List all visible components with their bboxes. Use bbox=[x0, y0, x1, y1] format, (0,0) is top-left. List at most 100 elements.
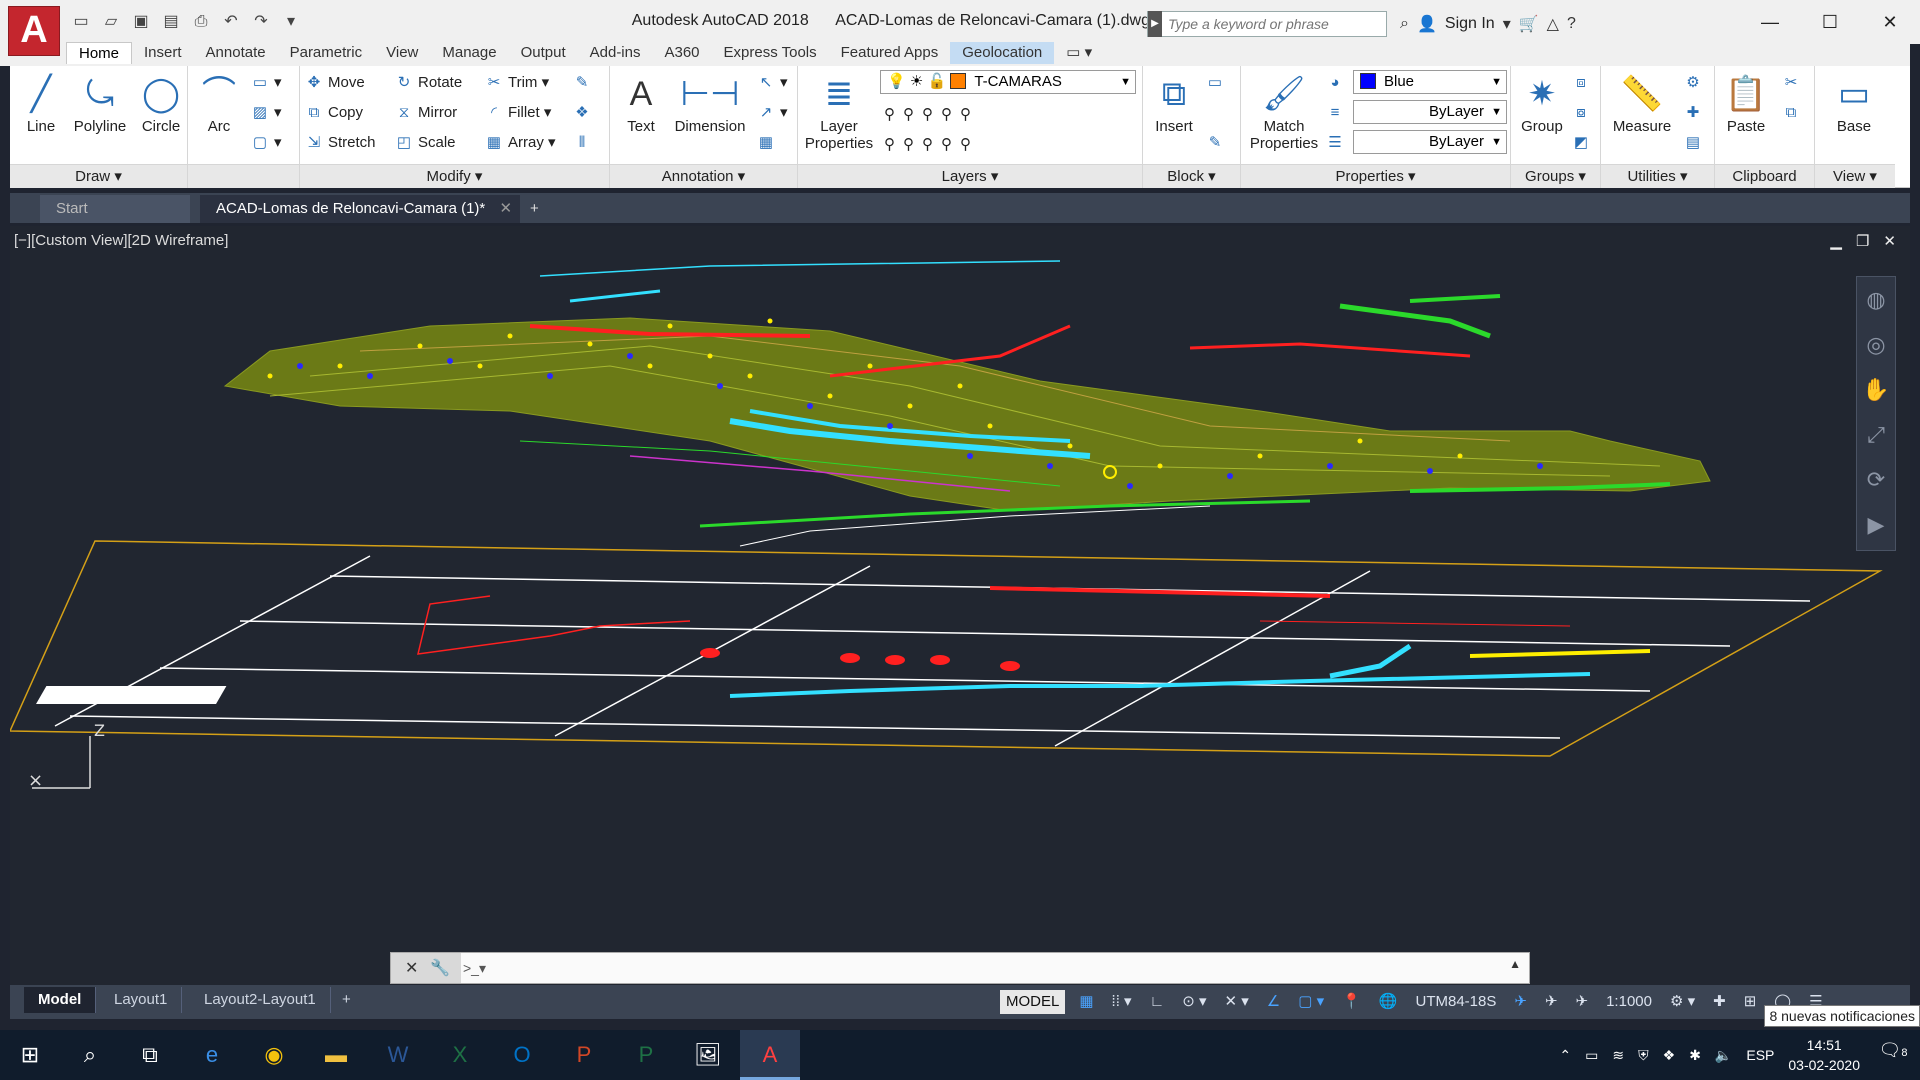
region-button[interactable]: ▢ ▾ bbox=[250, 130, 282, 156]
project-icon[interactable]: P bbox=[616, 1030, 676, 1080]
drawing-canvas[interactable]: Z × bbox=[10, 226, 1910, 986]
quick-select-button[interactable]: ⚙ bbox=[1683, 70, 1707, 96]
mirror-button[interactable]: ⧖ Mirror bbox=[394, 100, 457, 126]
text-button[interactable]: A Text bbox=[614, 70, 668, 135]
object-snap-tracking-icon[interactable]: ∠ bbox=[1263, 990, 1284, 1014]
drawing-viewport[interactable]: Z × [−][Custom View][2D Wireframe] ▁ ❐ ✕… bbox=[10, 226, 1910, 986]
paste-button[interactable]: 📋 Paste bbox=[1719, 70, 1773, 135]
model-space-button[interactable]: MODEL bbox=[1000, 990, 1066, 1014]
base-view-button[interactable]: ▭ Base bbox=[1827, 70, 1881, 135]
workspace-gear-icon[interactable]: ⚙ ▾ bbox=[1666, 990, 1699, 1014]
volume-icon[interactable]: 🔈 bbox=[1715, 1047, 1732, 1064]
steering-wheel-icon[interactable]: ◍ bbox=[1857, 277, 1895, 322]
scale-button[interactable]: ◰ Scale bbox=[394, 130, 456, 156]
tab-output[interactable]: Output bbox=[509, 42, 578, 64]
stretch-button[interactable]: ⇲ Stretch bbox=[304, 130, 376, 156]
group-selection-button[interactable]: ◩ bbox=[1571, 130, 1595, 156]
array-button[interactable]: ▦ Array ▾ bbox=[484, 130, 556, 156]
geolocation-icon[interactable]: 📍 bbox=[1338, 990, 1365, 1014]
command-input[interactable] bbox=[497, 956, 1497, 980]
line-button[interactable]: ╱ Line bbox=[14, 70, 68, 135]
polar-icon[interactable]: ⊙ ▾ bbox=[1178, 990, 1210, 1014]
add-layout-button[interactable]: + bbox=[328, 987, 365, 1013]
ungroup-button[interactable]: ⧈ bbox=[1571, 70, 1595, 96]
photos-icon[interactable]: 🖼 bbox=[678, 1030, 738, 1080]
circle-button[interactable]: ◯ Circle bbox=[134, 70, 188, 135]
ribbon-display-toggle-icon[interactable]: ▭ ▾ bbox=[1054, 42, 1104, 64]
viewport-close-icon[interactable]: ✕ bbox=[1883, 232, 1896, 250]
snap-icon[interactable]: ⁞⁞ ▾ bbox=[1108, 990, 1136, 1014]
layout-tab-layout2[interactable]: Layout2-Layout1 bbox=[190, 987, 331, 1013]
color-dropdown[interactable]: Blue ▼ bbox=[1353, 70, 1507, 94]
layout-tab-model[interactable]: Model bbox=[24, 987, 97, 1013]
explode-button[interactable]: ❖ bbox=[572, 100, 596, 126]
utilities-panel-title[interactable]: Utilities ▾ bbox=[1601, 164, 1714, 188]
security-icon[interactable]: ⛨ bbox=[1638, 1047, 1649, 1064]
command-history-icon[interactable]: ▲ bbox=[1509, 957, 1521, 971]
tab-insert[interactable]: Insert bbox=[132, 42, 194, 64]
layout-tab-layout1[interactable]: Layout1 bbox=[100, 987, 183, 1013]
multileader-button[interactable]: ↗ ▾ bbox=[756, 100, 788, 126]
tab-home[interactable]: Home bbox=[66, 42, 133, 64]
dropbox-icon[interactable]: ❖ bbox=[1663, 1047, 1676, 1064]
excel-icon[interactable]: X bbox=[430, 1030, 490, 1080]
offset-button[interactable]: ⫴ bbox=[572, 130, 596, 156]
view-panel-title[interactable]: View ▾ bbox=[1815, 164, 1895, 188]
isodraft-icon[interactable]: ✕ ▾ bbox=[1221, 990, 1253, 1014]
id-point-button[interactable]: ✚ bbox=[1683, 100, 1707, 126]
edge-icon[interactable]: e bbox=[182, 1030, 242, 1080]
tab-view[interactable]: View bbox=[374, 42, 430, 64]
zoom-extents-icon[interactable]: ⤢ bbox=[1857, 412, 1895, 457]
autodesk-exchange-icon[interactable]: △ bbox=[1547, 14, 1559, 34]
group-edit-button[interactable]: ⧇ bbox=[1571, 100, 1595, 126]
copy-clip-button[interactable]: ⧉ bbox=[1781, 100, 1805, 126]
word-icon[interactable]: W bbox=[368, 1030, 428, 1080]
move-button[interactable]: ✥ Move bbox=[304, 70, 365, 96]
viewport-controls-label[interactable]: [−][Custom View][2D Wireframe] bbox=[14, 232, 228, 249]
draw-panel-title[interactable]: Draw ▾ bbox=[10, 164, 187, 188]
help-icon[interactable]: ? bbox=[1567, 15, 1576, 33]
insert-button[interactable]: ⧉ Insert bbox=[1147, 70, 1201, 135]
full-navigation-wheel-icon[interactable]: ◎ bbox=[1857, 322, 1895, 367]
arc-button[interactable]: ⌒ Arc bbox=[192, 70, 246, 135]
layer-dropdown[interactable]: 💡 ☀ 🔓 T-CAMARAS ▼ bbox=[880, 70, 1136, 94]
rotate-button[interactable]: ↻ Rotate bbox=[394, 70, 463, 96]
calculator-button[interactable]: ▤ bbox=[1683, 130, 1707, 156]
ortho-icon[interactable]: ∟ bbox=[1146, 990, 1169, 1014]
maximize-button[interactable]: ☐ bbox=[1800, 0, 1860, 44]
leader-button[interactable]: ↖ ▾ bbox=[756, 70, 788, 96]
tab-parametric[interactable]: Parametric bbox=[278, 42, 375, 64]
trim-button[interactable]: ✂ Trim ▾ bbox=[484, 70, 549, 96]
dimension-button[interactable]: ⊢⊣ Dimension bbox=[668, 70, 752, 135]
user-icon[interactable]: 👤 bbox=[1417, 14, 1437, 34]
fillet-button[interactable]: ◜ Fillet ▾ bbox=[484, 100, 551, 126]
viewport-restore-icon[interactable]: ❐ bbox=[1856, 232, 1869, 250]
search-icon[interactable]: ⌕ bbox=[60, 1030, 120, 1080]
customize-wrench-icon[interactable]: 🔧 bbox=[430, 958, 450, 978]
polyline-button[interactable]: ⤿ Polyline bbox=[68, 70, 132, 135]
groups-panel-title[interactable]: Groups ▾ bbox=[1511, 164, 1600, 188]
search-expand-icon[interactable]: ▶ bbox=[1148, 11, 1162, 37]
command-prompt-icon[interactable]: >_▾ bbox=[463, 957, 493, 979]
tab-featured-apps[interactable]: Featured Apps bbox=[829, 42, 951, 64]
coordinate-system-icon[interactable]: 🌐 bbox=[1375, 990, 1402, 1014]
create-block-button[interactable]: ▭ bbox=[1205, 70, 1229, 96]
annotation-visibility-icon[interactable]: ✈ bbox=[1510, 990, 1531, 1014]
battery-icon[interactable]: ▭ bbox=[1585, 1047, 1598, 1064]
language-indicator[interactable]: ESP bbox=[1746, 1047, 1774, 1063]
sign-in-dropdown-icon[interactable]: ▾ bbox=[1503, 14, 1511, 34]
show-hidden-icons-icon[interactable]: ⌃ bbox=[1559, 1047, 1571, 1064]
measure-button[interactable]: 📏 Measure bbox=[1605, 70, 1679, 135]
search-box[interactable]: ▶ bbox=[1147, 11, 1387, 37]
pan-icon[interactable]: ✋ bbox=[1857, 367, 1895, 412]
rectangle-button[interactable]: ▭ ▾ bbox=[250, 70, 282, 96]
linetype-dropdown[interactable]: ByLayer ▼ bbox=[1353, 130, 1507, 154]
action-center-icon[interactable]: 🗨8 bbox=[1876, 1040, 1910, 1070]
grid-icon[interactable]: ▦ bbox=[1075, 990, 1097, 1014]
search-input[interactable] bbox=[1162, 16, 1382, 32]
file-explorer-icon[interactable]: ▬ bbox=[306, 1030, 366, 1080]
copy-button[interactable]: ⧉ Copy bbox=[304, 100, 363, 126]
close-button[interactable]: ✕ bbox=[1860, 0, 1920, 44]
coordinate-system-label[interactable]: UTM84-18S bbox=[1412, 990, 1501, 1014]
layer-tools-row-1[interactable]: ⚲⚲⚲⚲⚲ bbox=[884, 102, 979, 128]
